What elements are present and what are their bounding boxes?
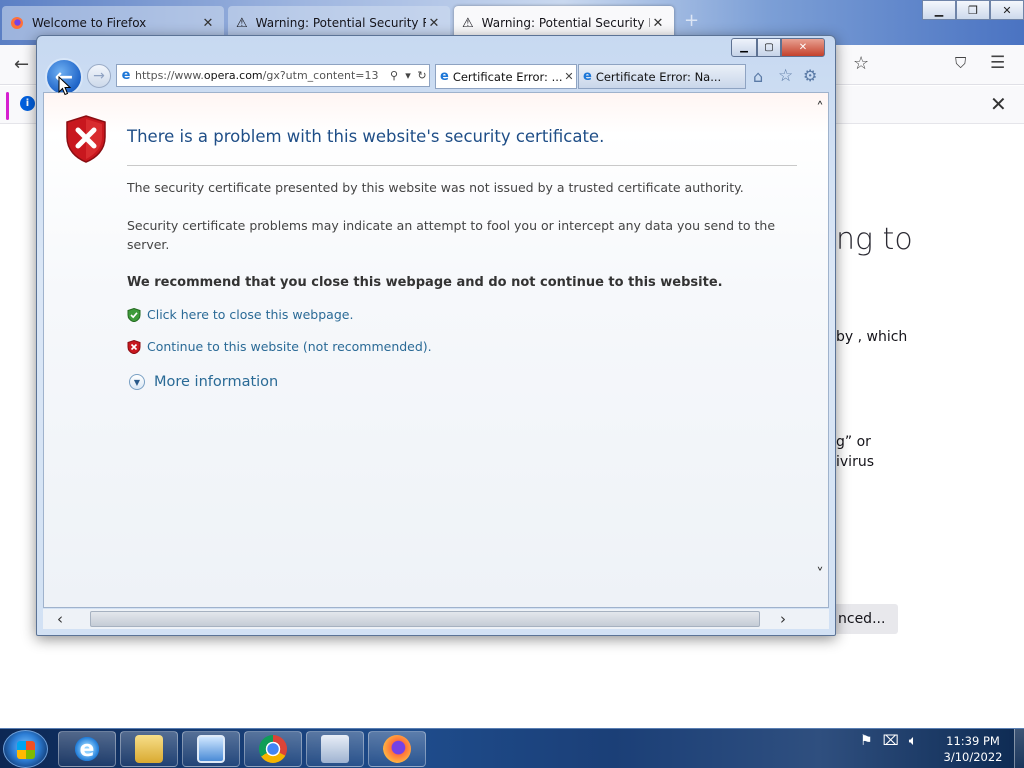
- page-title: There is a problem with this website's s…: [127, 127, 605, 146]
- close-icon[interactable]: ✕: [990, 92, 1007, 116]
- chrome-icon: [259, 735, 287, 763]
- close-icon[interactable]: ✕: [200, 16, 216, 31]
- system-tray: ⚑ ⌧ 🔈︎: [860, 733, 917, 749]
- start-button[interactable]: [3, 730, 48, 768]
- close-icon[interactable]: ✕: [562, 70, 576, 83]
- tab-label: Certificate Error: ...: [452, 69, 562, 84]
- close-icon[interactable]: ✕: [650, 16, 666, 31]
- chevron-down-icon: ▼: [129, 374, 145, 390]
- refresh-icon[interactable]: ↻: [415, 69, 429, 82]
- warning-icon: ⚠: [236, 15, 248, 31]
- notice-accent: [6, 92, 9, 120]
- firefox-favicon-icon: [11, 17, 23, 29]
- tab-label: Warning: Potential Security Risk: [255, 16, 426, 30]
- address-url[interactable]: https://www.opera.com/gx?utm_content=13: [135, 69, 387, 82]
- shield-check-icon: [127, 307, 141, 322]
- new-tab-button[interactable]: +: [684, 10, 699, 31]
- divider: [127, 165, 797, 166]
- firefox-page-text-fragment: g” or: [836, 434, 871, 450]
- vertical-scrollbar[interactable]: ˄ ˅: [811, 93, 828, 591]
- clock[interactable]: 11:39 PM 3/10/2022: [934, 733, 1012, 765]
- media-player-icon: [321, 735, 349, 763]
- ie-favicon-icon: e: [440, 69, 449, 84]
- scroll-up-icon[interactable]: ˄: [811, 99, 828, 119]
- firefox-page-text-fragment: ivirus: [836, 454, 874, 470]
- info-icon: i: [20, 96, 35, 111]
- remote-desktop-icon: [197, 735, 225, 763]
- maximize-button[interactable]: ▢: [757, 38, 781, 57]
- firefox-page-heading-fragment: ng to: [836, 222, 913, 257]
- pocket-icon[interactable]: ⛉: [955, 54, 966, 72]
- warning-icon: ⚠: [462, 15, 474, 31]
- taskbar-media-button[interactable]: [306, 731, 364, 767]
- flag-icon[interactable]: ⚑: [860, 733, 873, 749]
- close-window-button[interactable]: ✕: [781, 38, 825, 57]
- show-desktop-button[interactable]: [1014, 729, 1024, 768]
- taskbar: e ⚑ ⌧ 🔈︎ 11:39 PM 3/10/2022: [0, 728, 1024, 768]
- description-paragraph: The security certificate presented by th…: [127, 180, 744, 195]
- continue-to-website-link[interactable]: Continue to this website (not recommende…: [127, 339, 432, 354]
- ie-window: ▁ ▢ ✕ ← → e https://www.opera.com/gx?utm…: [36, 35, 836, 636]
- tab-label: Certificate Error: Na...: [595, 69, 722, 84]
- volume-icon[interactable]: 🔈︎: [909, 733, 917, 749]
- internet-explorer-icon: e: [73, 735, 101, 763]
- bookmark-star-icon[interactable]: ☆: [853, 53, 869, 74]
- scroll-right-icon[interactable]: ›: [780, 610, 786, 628]
- more-information-toggle[interactable]: ▼ More information: [129, 374, 278, 390]
- windows-logo-icon: [17, 741, 35, 759]
- advanced-button[interactable]: nced...: [826, 604, 898, 634]
- clock-date: 3/10/2022: [943, 750, 1003, 764]
- restore-button[interactable]: ❐: [956, 0, 990, 20]
- link-label[interactable]: Click here to close this webpage.: [147, 307, 353, 322]
- shield-error-icon: [127, 339, 141, 354]
- taskbar-remote-desktop-button[interactable]: [182, 731, 240, 767]
- firefox-icon: [383, 735, 411, 763]
- close-window-button[interactable]: ✕: [990, 0, 1024, 20]
- folder-icon: [135, 735, 163, 763]
- taskbar-ie-button[interactable]: e: [58, 731, 116, 767]
- tab-label: Warning: Potential Security Risk: [481, 16, 650, 30]
- clock-time: 11:39 PM: [946, 734, 1000, 748]
- close-webpage-link[interactable]: Click here to close this webpage.: [127, 307, 353, 322]
- minimize-button[interactable]: ▁: [922, 0, 956, 20]
- home-icon[interactable]: ⌂: [753, 67, 763, 86]
- ie-favicon-icon: e: [583, 69, 592, 84]
- shield-error-icon: [66, 115, 106, 163]
- description-paragraph: Security certificate problems may indica…: [127, 218, 776, 252]
- forward-arrow-icon: →: [93, 68, 105, 84]
- mouse-cursor-icon: [58, 76, 72, 96]
- taskbar-chrome-button[interactable]: [244, 731, 302, 767]
- hamburger-menu-icon[interactable]: ☰: [990, 53, 1005, 73]
- taskbar-explorer-button[interactable]: [120, 731, 178, 767]
- address-bar[interactable]: e https://www.opera.com/gx?utm_content=1…: [116, 64, 430, 87]
- forward-button[interactable]: →: [87, 64, 111, 88]
- more-information-label[interactable]: More information: [154, 374, 278, 390]
- ie-tab-certificate-error-2[interactable]: e Certificate Error: Na...: [578, 64, 746, 89]
- tab-label: Welcome to Firefox: [32, 16, 147, 30]
- minimize-button[interactable]: ▁: [731, 38, 757, 57]
- scrollbar-thumb[interactable]: [90, 611, 760, 627]
- ie-caption-buttons: ▁ ▢ ✕: [731, 38, 825, 57]
- recommendation-text: We recommend that you close this webpage…: [127, 275, 723, 290]
- dropdown-icon[interactable]: ▾: [401, 69, 415, 82]
- favorites-star-icon[interactable]: ☆: [778, 66, 793, 86]
- ie-tab-certificate-error-1[interactable]: e Certificate Error: ... ✕: [435, 64, 577, 89]
- ie-page-content: There is a problem with this website's s…: [43, 92, 829, 608]
- gear-icon[interactable]: ⚙: [803, 66, 817, 85]
- ie-favicon-icon: e: [121, 68, 131, 83]
- scroll-left-icon[interactable]: ‹: [57, 610, 63, 628]
- firefox-page-text-fragment: by , which: [836, 329, 908, 345]
- window-controls: ▁ ❐ ✕: [922, 0, 1024, 20]
- close-icon[interactable]: ✕: [426, 16, 442, 31]
- search-icon[interactable]: ⚲: [387, 69, 401, 82]
- taskbar-firefox-button[interactable]: [368, 731, 426, 767]
- horizontal-scrollbar[interactable]: ‹ ›: [43, 609, 829, 629]
- back-icon[interactable]: ←: [14, 54, 29, 75]
- network-icon[interactable]: ⌧: [883, 733, 899, 749]
- scroll-down-icon[interactable]: ˅: [811, 565, 828, 585]
- link-label[interactable]: Continue to this website (not recommende…: [147, 339, 432, 354]
